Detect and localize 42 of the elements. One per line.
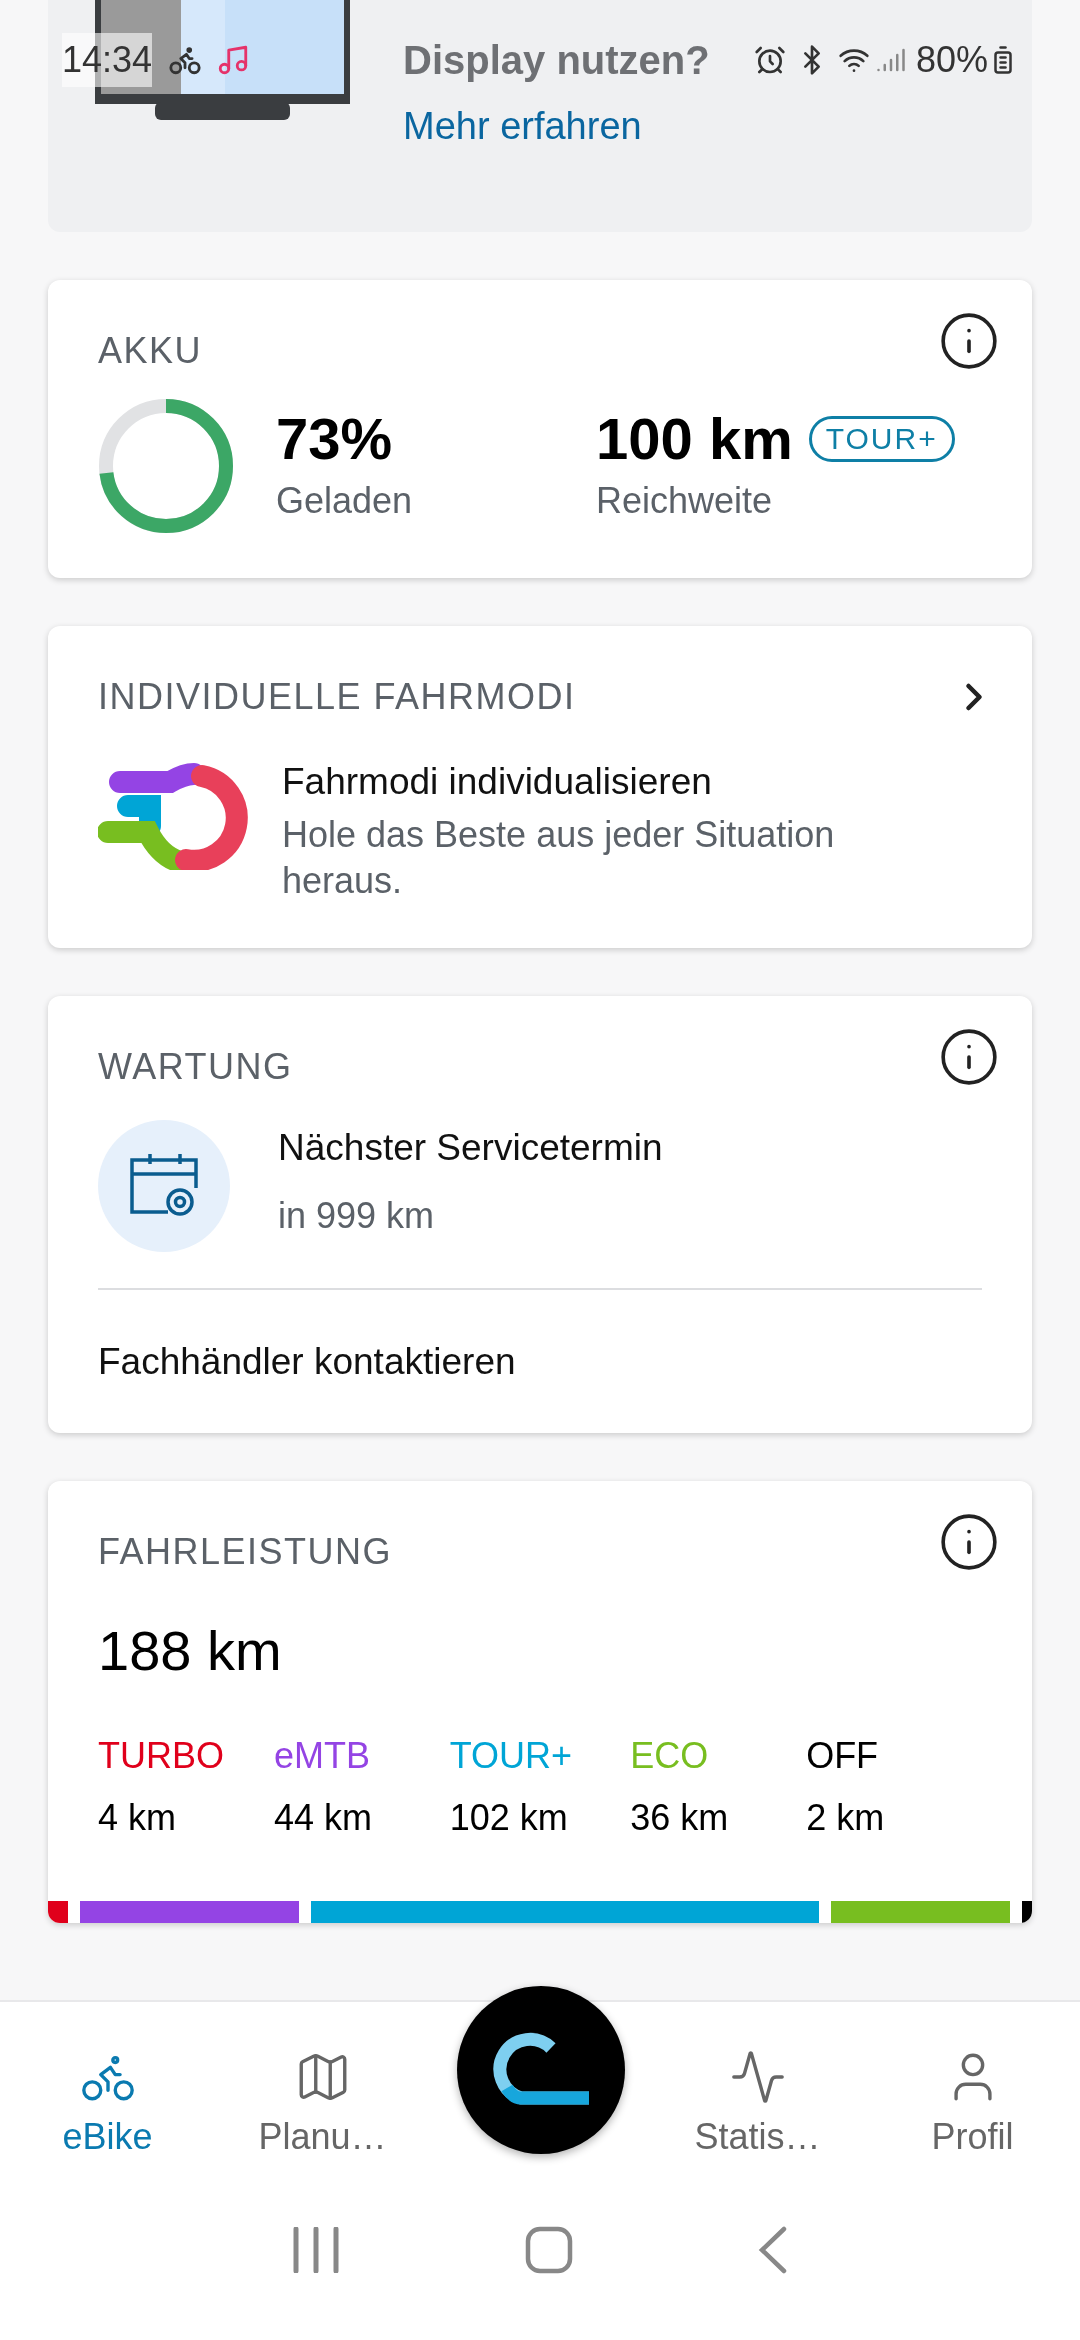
range-label: Reichweite — [596, 479, 774, 523]
mode-name: eMTB — [273, 1734, 371, 1778]
mode-distance: 102 km — [449, 1796, 569, 1840]
range-value: 100 km — [596, 405, 793, 473]
mode-distance: 2 km — [806, 1796, 886, 1840]
info-icon[interactable] — [938, 310, 1000, 372]
nav-tab[interactable]: Planu… — [215, 2048, 430, 2164]
mode-distance: 44 km — [273, 1796, 373, 1840]
ride-logo-icon — [491, 2032, 591, 2108]
home-icon[interactable] — [525, 2226, 573, 2274]
service-distance: in 999 km — [278, 1194, 436, 1239]
more-link[interactable]: Mehr erfahren — [403, 98, 710, 155]
mode-name: TOUR+ — [449, 1734, 574, 1778]
mode-bar — [1022, 1901, 1032, 1923]
service-heading: Nächster Servicetermin — [278, 1125, 663, 1170]
mode-badge: TOUR+ — [808, 416, 955, 462]
section-title: AKKU — [98, 329, 203, 373]
back-icon[interactable] — [757, 2226, 788, 2274]
section-title: WARTUNG — [98, 1044, 293, 1089]
mode-name: OFF — [806, 1734, 880, 1778]
mode-distance: 4 km — [98, 1796, 177, 1840]
clock: 14:34 — [62, 33, 153, 87]
mode-name: ECO — [630, 1734, 710, 1778]
mode-bar — [48, 1901, 68, 1923]
nav-tab[interactable]: Profil — [865, 2048, 1080, 2164]
nav-tab[interactable]: Statis… — [650, 2048, 865, 2164]
mode-distance: 36 km — [630, 1796, 730, 1840]
recent-apps-icon[interactable] — [292, 2227, 341, 2273]
info-icon[interactable] — [938, 1511, 1000, 1573]
alarm-icon — [753, 44, 786, 76]
charge-value: 73% — [276, 405, 394, 473]
total-distance: 188 km — [98, 1618, 283, 1684]
nav-tab[interactable]: eBike — [0, 2048, 215, 2164]
promo-title: Display nutzen? — [403, 37, 710, 84]
mode-name: TURBO — [98, 1734, 225, 1778]
ride-modes-text: Hole das Beste aus jeder Situation heraus. — [282, 812, 836, 903]
contact-dealer-link[interactable]: Fachhändler kontaktieren — [98, 1333, 982, 1389]
ride-modes-heading: Fahrmodi individualisieren — [282, 760, 713, 804]
section-title: INDIVIDUELLE FAHRMODI — [98, 675, 576, 719]
battery-percent: 80% — [915, 38, 988, 82]
charge-label: Geladen — [276, 479, 414, 523]
section-title: FAHRLEISTUNG — [98, 1530, 393, 1574]
